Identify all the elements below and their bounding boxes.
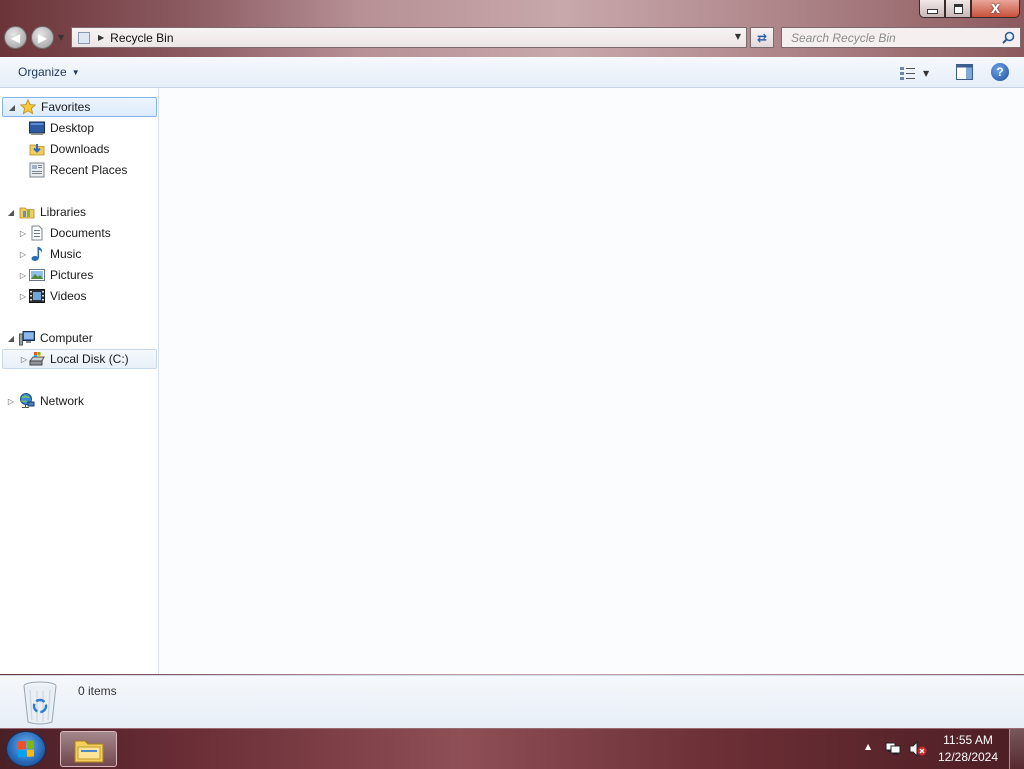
search-icon[interactable] bbox=[1002, 31, 1015, 44]
network-status-icon[interactable] bbox=[885, 741, 901, 757]
collapse-arrow-icon[interactable]: ◢ bbox=[7, 208, 15, 217]
minimize-button[interactable] bbox=[919, 0, 945, 18]
sidebar-item-label: Local Disk (C:) bbox=[50, 352, 129, 366]
show-desktop-button[interactable] bbox=[1009, 729, 1024, 769]
expand-arrow-icon[interactable]: ▷ bbox=[20, 355, 28, 364]
documents-icon bbox=[31, 225, 43, 241]
minimize-icon bbox=[926, 9, 938, 14]
forward-button[interactable]: ▶ bbox=[31, 26, 54, 49]
clock-date: 12/28/2024 bbox=[937, 750, 999, 764]
navigation-bar: ◀ ▶ ▼ ▶ Recycle Bin ▼ ⇄ bbox=[0, 24, 1024, 54]
clock-time: 11:55 AM bbox=[943, 733, 993, 747]
search-input[interactable] bbox=[789, 28, 998, 47]
pictures-icon bbox=[29, 269, 45, 281]
address-bar[interactable]: ▶ Recycle Bin ▼ bbox=[71, 27, 747, 48]
restore-icon bbox=[953, 3, 963, 14]
notification-area: ▲ 11:55 AM 12/28/2024 bbox=[859, 729, 1024, 769]
address-history-dropdown[interactable]: ▼ bbox=[735, 32, 741, 41]
sidebar-item-label: Pictures bbox=[50, 268, 94, 282]
network-icon bbox=[20, 393, 35, 408]
details-pane: 0 items bbox=[0, 675, 1024, 728]
sidebar-item-recent-places[interactable]: Recent Places bbox=[2, 160, 157, 180]
collapse-arrow-icon[interactable]: ◢ bbox=[8, 103, 16, 112]
music-icon bbox=[31, 247, 43, 261]
file-list-area[interactable] bbox=[159, 88, 1024, 674]
organize-label: Organize bbox=[18, 65, 67, 79]
chevron-down-icon: ▼ bbox=[923, 68, 930, 78]
videos-icon bbox=[29, 289, 45, 303]
downloads-folder-icon bbox=[29, 144, 45, 156]
sidebar-item-label: Music bbox=[50, 247, 82, 261]
sidebar-item-network[interactable]: ▷ Network bbox=[2, 391, 157, 411]
sidebar-item-label: Videos bbox=[50, 289, 87, 303]
details-view-icon bbox=[900, 67, 915, 80]
recycle-bin-icon bbox=[23, 681, 57, 725]
location-icon bbox=[78, 31, 90, 44]
sidebar-item-label: Desktop bbox=[50, 121, 95, 135]
sidebar-item-libraries[interactable]: ◢ Libraries bbox=[2, 202, 157, 222]
close-button[interactable]: X bbox=[971, 0, 1020, 18]
system-clock[interactable]: 11:55 AM 12/28/2024 bbox=[933, 732, 1003, 766]
caption-buttons: X bbox=[919, 0, 1020, 18]
preview-pane-button[interactable] bbox=[956, 64, 973, 80]
help-icon: ? bbox=[996, 65, 1004, 79]
change-view-button[interactable]: ▼ bbox=[900, 64, 938, 82]
organize-menu-button[interactable]: Organize ▼ bbox=[10, 62, 88, 82]
breadcrumb-chevron-icon[interactable]: ▶ bbox=[98, 33, 104, 42]
libraries-icon bbox=[19, 207, 35, 219]
sidebar-item-documents[interactable]: ▷ Documents bbox=[2, 223, 157, 243]
sidebar-item-label: Computer bbox=[40, 331, 93, 345]
sidebar-item-pictures[interactable]: ▷ Pictures bbox=[2, 265, 157, 285]
taskbar-explorer-button[interactable] bbox=[60, 731, 117, 767]
refresh-icon: ⇄ bbox=[756, 30, 768, 45]
sidebar-item-videos[interactable]: ▷ Videos bbox=[2, 286, 157, 306]
expand-arrow-icon[interactable]: ▷ bbox=[19, 271, 27, 280]
expand-arrow-icon[interactable]: ▷ bbox=[19, 229, 27, 238]
taskbar: ▲ 11:55 AM 12/28/2024 bbox=[0, 728, 1024, 769]
sidebar-item-label: Favorites bbox=[41, 100, 91, 114]
chevron-down-icon: ▼ bbox=[71, 67, 80, 77]
expand-arrow-icon[interactable]: ▷ bbox=[7, 397, 15, 406]
explorer-window: X ◀ ▶ ▼ ▶ Recycle Bin ▼ ⇄ Organize ▼ bbox=[0, 0, 1024, 728]
search-box bbox=[781, 27, 1021, 48]
sidebar-item-local-disk-c[interactable]: ▷ Local Disk (C:) bbox=[2, 349, 157, 369]
computer-icon bbox=[19, 331, 35, 346]
navigation-pane: ◢ Favorites Desktop Downloads Recent Pla… bbox=[0, 88, 159, 674]
expand-arrow-icon[interactable]: ▷ bbox=[19, 250, 27, 259]
desktop-icon bbox=[29, 121, 45, 135]
sidebar-item-computer[interactable]: ◢ Computer bbox=[2, 328, 157, 348]
command-bar: Organize ▼ ▼ ? bbox=[0, 57, 1024, 88]
show-hidden-icons-button[interactable]: ▲ bbox=[865, 742, 871, 751]
sidebar-item-label: Network bbox=[40, 394, 85, 408]
help-button[interactable]: ? bbox=[991, 63, 1009, 81]
expand-arrow-icon[interactable]: ▷ bbox=[19, 292, 27, 301]
sidebar-item-favorites[interactable]: ◢ Favorites bbox=[2, 97, 157, 117]
folder-icon bbox=[74, 740, 104, 763]
item-count: 0 items bbox=[78, 684, 117, 698]
sidebar-item-desktop[interactable]: Desktop bbox=[2, 118, 157, 138]
sidebar-item-label: Documents bbox=[50, 226, 111, 240]
star-icon bbox=[20, 99, 36, 115]
start-button[interactable] bbox=[6, 731, 46, 767]
back-arrow-icon: ◀ bbox=[10, 30, 21, 45]
breadcrumb-recycle-bin[interactable]: Recycle Bin bbox=[110, 31, 173, 45]
windows-logo-icon bbox=[18, 740, 34, 758]
sidebar-item-label: Recent Places bbox=[50, 163, 128, 177]
collapse-arrow-icon[interactable]: ◢ bbox=[7, 334, 15, 343]
sidebar-item-downloads[interactable]: Downloads bbox=[2, 139, 157, 159]
volume-muted-icon[interactable] bbox=[909, 741, 927, 757]
recent-pages-dropdown[interactable]: ▼ bbox=[58, 33, 64, 42]
maximize-button[interactable] bbox=[945, 0, 971, 18]
refresh-button[interactable]: ⇄ bbox=[750, 27, 774, 48]
back-button[interactable]: ◀ bbox=[4, 26, 27, 49]
recent-places-icon bbox=[29, 162, 45, 178]
forward-arrow-icon: ▶ bbox=[37, 30, 48, 45]
close-icon: X bbox=[990, 1, 1001, 16]
hard-drive-icon bbox=[29, 352, 45, 366]
sidebar-item-music[interactable]: ▷ Music bbox=[2, 244, 157, 264]
sidebar-item-label: Libraries bbox=[40, 205, 87, 219]
sidebar-item-label: Downloads bbox=[50, 142, 110, 156]
